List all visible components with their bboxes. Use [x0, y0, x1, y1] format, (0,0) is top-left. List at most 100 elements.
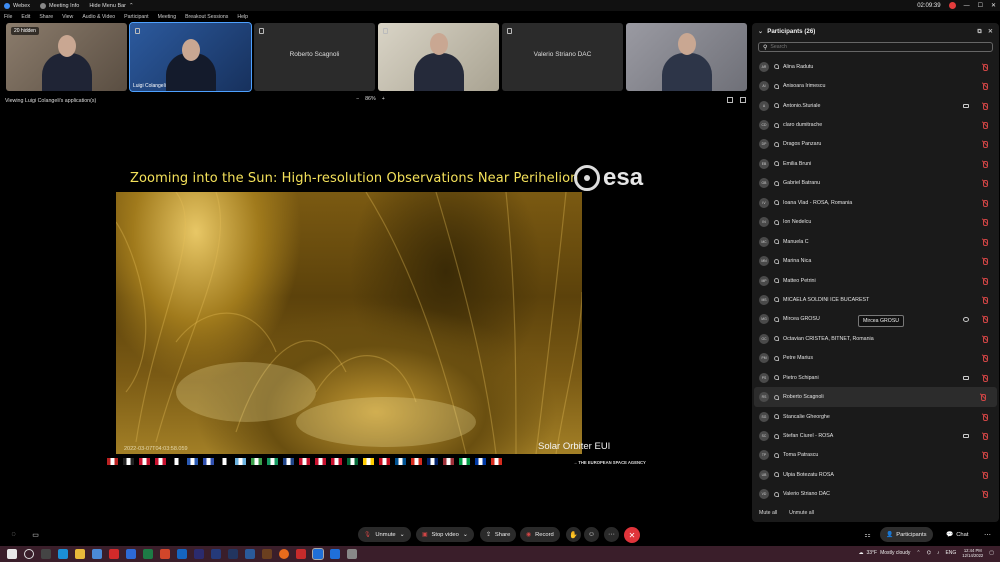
word-icon[interactable]	[126, 549, 136, 559]
raise-hand-icon[interactable]: ✋	[566, 527, 581, 542]
captions-icon[interactable]: ▭	[28, 527, 43, 542]
mic-muted-icon[interactable]	[982, 63, 988, 71]
search-input[interactable]	[770, 44, 971, 50]
webex-icon[interactable]	[312, 548, 324, 560]
video-tile[interactable]	[626, 23, 747, 91]
mic-muted-icon[interactable]	[982, 160, 988, 168]
close-window-button[interactable]: ✕	[991, 2, 996, 9]
photoshop-icon[interactable]	[228, 549, 238, 559]
menu-breakout-sessions[interactable]: Breakout Sessions	[185, 14, 228, 20]
acrobat-icon[interactable]	[109, 549, 119, 559]
zoom-in-button[interactable]: +	[382, 96, 385, 102]
participant-row[interactable]: UB Ulpia Botezatu ROSA	[752, 465, 999, 484]
status-icon[interactable]: ◌	[6, 527, 21, 542]
video-tile[interactable]	[378, 23, 499, 91]
participant-row[interactable]: VD Valerio Striano DAC	[752, 485, 999, 504]
clock[interactable]: 12:44 PM 12/14/2022	[962, 548, 983, 558]
pop-out-icon[interactable]: ⧉	[977, 28, 981, 36]
mic-muted-icon[interactable]	[982, 238, 988, 246]
apps-icon[interactable]: ⚏	[860, 527, 875, 542]
stop-video-button[interactable]: ▣ Stop video ⌄	[416, 527, 474, 542]
search-icon[interactable]	[24, 549, 34, 559]
chevron-down-icon[interactable]: ⌄	[463, 532, 468, 538]
app-icon[interactable]	[296, 549, 306, 559]
mic-muted-icon[interactable]	[982, 141, 988, 149]
mic-muted-icon[interactable]	[982, 413, 988, 421]
record-button[interactable]: ◉ Record	[520, 527, 560, 542]
video-tile[interactable]: 20 hidden	[6, 23, 127, 91]
premiere-icon[interactable]	[194, 549, 204, 559]
participant-row[interactable]: PS Pietro Schipani	[752, 368, 999, 387]
mic-muted-icon[interactable]	[982, 258, 988, 266]
close-icon[interactable]: ✕	[988, 28, 993, 36]
meeting-info-button[interactable]: Meeting Info	[40, 2, 79, 9]
hidden-participants-badge[interactable]: 20 hidden	[11, 27, 39, 35]
menu-file[interactable]: File	[4, 14, 12, 20]
zoom-out-button[interactable]: −	[356, 96, 359, 102]
participants-tab-button[interactable]: 👤 Participants	[880, 527, 933, 542]
mic-muted-icon[interactable]	[982, 335, 988, 343]
participant-row[interactable]: PM Petre Marius	[752, 349, 999, 368]
participant-row[interactable]: CD claro dumitrache	[752, 115, 999, 134]
hide-menu-bar-button[interactable]: Hide Menu Bar ⌃	[89, 3, 133, 9]
outlook-icon[interactable]	[177, 549, 187, 559]
mic-muted-icon[interactable]	[982, 374, 988, 382]
mic-muted-icon[interactable]	[982, 433, 988, 441]
start-icon[interactable]	[7, 549, 17, 559]
edge-icon[interactable]	[58, 549, 68, 559]
mic-muted-icon[interactable]	[982, 452, 988, 460]
chevron-down-icon[interactable]: ⌄	[758, 28, 763, 35]
mic-muted-icon[interactable]	[982, 277, 988, 285]
unmute-button[interactable]: 🎙 Unmute ⌄	[358, 527, 411, 542]
mic-muted-icon[interactable]	[982, 83, 988, 91]
participant-row[interactable]: AI Anisoara Irimescu	[752, 76, 999, 95]
unmute-all-button[interactable]: Unmute all	[789, 510, 814, 516]
chevron-up-icon[interactable]: ⌃	[916, 550, 920, 556]
app-icon[interactable]	[347, 549, 357, 559]
participant-row[interactable]: AR Alina Radutu	[752, 57, 999, 76]
participant-row[interactable]: A Antonio.Sturiale	[752, 96, 999, 115]
menu-meeting[interactable]: Meeting	[158, 14, 176, 20]
mail-icon[interactable]	[92, 549, 102, 559]
mic-muted-icon[interactable]	[982, 491, 988, 499]
mic-muted-icon[interactable]	[982, 471, 988, 479]
video-tile[interactable]: Roberto Scagnoli	[254, 23, 375, 91]
share-button[interactable]: ⇪ Share	[480, 527, 517, 542]
webex-meetings-icon[interactable]	[330, 549, 340, 559]
minimize-window-button[interactable]: —	[964, 3, 970, 9]
participant-row[interactable]: MS MICAELA SOLDINI ICE BUCAREST	[752, 290, 999, 309]
leave-meeting-button[interactable]: ✕	[624, 527, 640, 543]
reactions-icon[interactable]: ☺	[584, 527, 599, 542]
pop-out-icon[interactable]	[727, 97, 733, 103]
menu-participant[interactable]: Participant	[124, 14, 149, 20]
video-tile[interactable]: Valerio Striano DAC	[502, 23, 623, 91]
participant-row[interactable]: SG Stancalie Gheorghe	[752, 407, 999, 426]
participant-row[interactable]: RS Roberto Scagnoli	[754, 387, 997, 407]
task-view-icon[interactable]	[41, 549, 51, 559]
mic-muted-icon[interactable]	[982, 219, 988, 227]
video-tile-active-speaker[interactable]: Luigi Colangeli	[129, 22, 252, 92]
mic-muted-icon[interactable]	[982, 316, 988, 324]
mic-muted-icon[interactable]	[980, 394, 986, 402]
more-options-button[interactable]: ···	[604, 527, 619, 542]
participant-row[interactable]: GB Gabriel Batranu	[752, 174, 999, 193]
menu-share[interactable]: Share	[39, 14, 53, 20]
volume-icon[interactable]: ♪	[937, 550, 940, 556]
chat-tab-button[interactable]: 💬 Chat	[940, 527, 974, 542]
file-explorer-icon[interactable]	[75, 549, 85, 559]
participant-row[interactable]: EB Emilia Bruni	[752, 154, 999, 173]
mic-muted-icon[interactable]	[982, 122, 988, 130]
participant-row[interactable]: MC Manuela C	[752, 232, 999, 251]
chevron-down-icon[interactable]: ⌄	[400, 532, 405, 538]
maximize-window-button[interactable]: ☐	[978, 2, 983, 9]
more-panels-icon[interactable]: ⋯	[980, 527, 995, 542]
menu-edit[interactable]: Edit	[21, 14, 30, 20]
chat-icon[interactable]	[963, 316, 969, 322]
pin-icon[interactable]	[383, 28, 388, 34]
mute-all-button[interactable]: Mute all	[759, 510, 777, 516]
zoom-level[interactable]: 86%	[365, 96, 376, 102]
participant-row[interactable]: IN Ion Nedelcu	[752, 213, 999, 232]
fullscreen-icon[interactable]	[740, 97, 746, 103]
participant-row[interactable]: SC Stefan Ciurel - ROSA	[752, 426, 999, 445]
participant-row[interactable]: IV Ioana Vlad - ROSA, Romania	[752, 193, 999, 212]
